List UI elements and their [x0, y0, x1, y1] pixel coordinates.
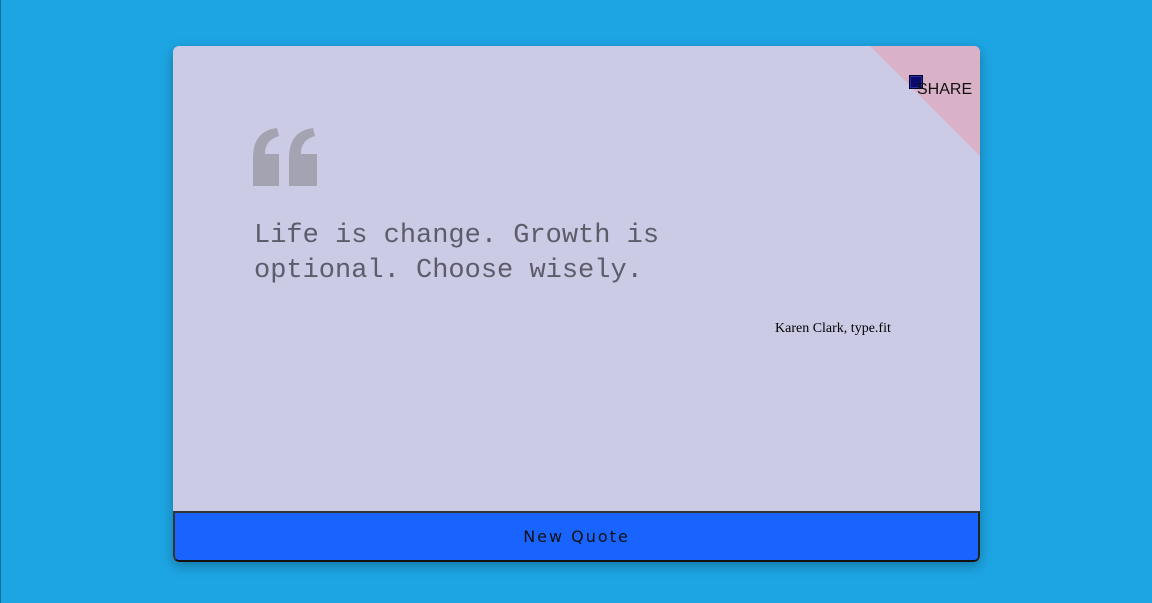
window-edge: [0, 0, 1, 603]
page: SHARE Life is change. Growth is optional…: [0, 0, 1152, 603]
share-label[interactable]: SHARE: [917, 81, 972, 99]
quote-mark-icon: [253, 128, 317, 186]
new-quote-button[interactable]: New Quote: [173, 511, 980, 562]
quote-author: Karen Clark, type.fit: [775, 321, 891, 336]
quote-card: SHARE Life is change. Growth is optional…: [173, 46, 980, 562]
quote-text: Life is change. Growth is optional. Choo…: [254, 221, 660, 286]
share-corner[interactable]: [870, 46, 980, 156]
